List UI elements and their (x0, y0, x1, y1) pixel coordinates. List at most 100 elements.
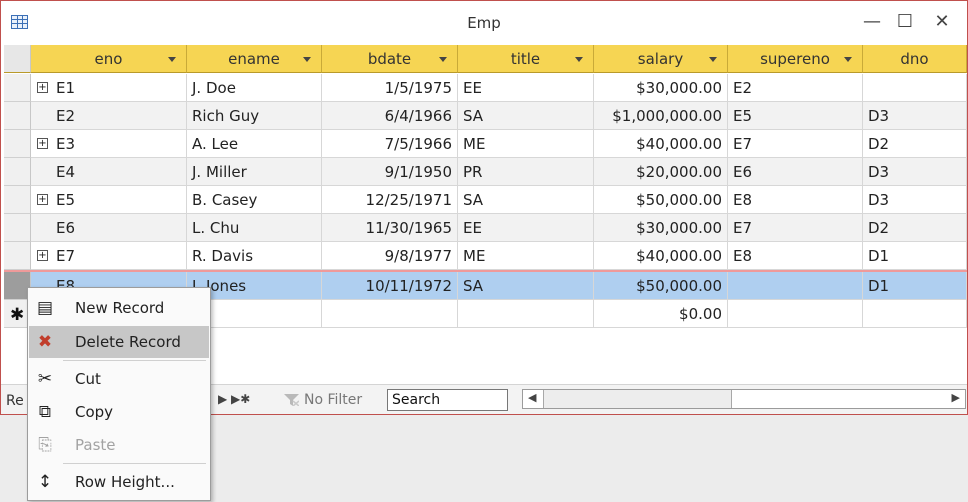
cell-title[interactable]: SA (458, 186, 594, 214)
cell-bdate[interactable]: 12/25/1971 (322, 186, 458, 214)
header-supereno[interactable]: supereno (728, 45, 863, 73)
new-record-menu-item[interactable]: ▤ New Record (29, 292, 209, 324)
scroll-left-icon[interactable]: ◀ (528, 391, 536, 404)
cell-supereno[interactable]: E7 (728, 214, 863, 242)
select-all-corner[interactable] (4, 45, 31, 73)
cell-salary[interactable]: $40,000.00 (594, 130, 728, 158)
row-selector[interactable] (4, 102, 31, 130)
header-title[interactable]: title (458, 45, 594, 73)
dropdown-arrow-icon[interactable] (709, 57, 717, 62)
cell-title[interactable]: PR (458, 158, 594, 186)
cell-ename[interactable]: A. Lee (187, 130, 322, 158)
cell-ename[interactable]: Rich Guy (187, 102, 322, 130)
cell-dno[interactable] (863, 74, 967, 102)
cell-dno[interactable]: D1 (863, 272, 967, 300)
cell-dno[interactable]: D3 (863, 186, 967, 214)
cell-supereno[interactable] (728, 272, 863, 300)
table-row[interactable]: + E3 A. Lee 7/5/1966 ME $40,000.00 E7 D2 (4, 130, 967, 158)
cell-salary[interactable]: $30,000.00 (594, 214, 728, 242)
header-salary[interactable]: salary (594, 45, 728, 73)
horizontal-scrollbar[interactable]: ◀ ▶ (522, 389, 966, 409)
cell-salary[interactable]: $20,000.00 (594, 158, 728, 186)
header-ename[interactable]: ename (187, 45, 322, 73)
cell-title[interactable]: EE (458, 214, 594, 242)
cell-salary[interactable]: $50,000.00 (594, 186, 728, 214)
cell-dno[interactable]: D3 (863, 158, 967, 186)
delete-record-menu-item[interactable]: ✖ Delete Record (29, 326, 209, 358)
row-selector[interactable] (4, 242, 31, 270)
scroll-right-icon[interactable]: ▶ (952, 391, 960, 404)
maximize-button[interactable]: ☐ (893, 11, 917, 33)
cell-supereno[interactable]: E5 (728, 102, 863, 130)
cell-supereno[interactable]: E6 (728, 158, 863, 186)
cell-title[interactable]: SA (458, 272, 594, 300)
cell-eno[interactable]: E3 (31, 130, 187, 158)
cell-eno[interactable]: E1 (31, 74, 187, 102)
copy-menu-item[interactable]: ⧉ Copy (29, 396, 209, 428)
header-bdate[interactable]: bdate (322, 45, 458, 73)
cell-title[interactable]: SA (458, 102, 594, 130)
cell-bdate[interactable]: 6/4/1966 (322, 102, 458, 130)
dropdown-arrow-icon[interactable] (168, 57, 176, 62)
dropdown-arrow-icon[interactable] (439, 57, 447, 62)
table-row[interactable]: + E5 B. Casey 12/25/1971 SA $50,000.00 E… (4, 186, 967, 214)
cell-supereno[interactable]: E2 (728, 74, 863, 102)
cell-eno[interactable]: E7 (31, 242, 187, 270)
row-selector[interactable] (4, 130, 31, 158)
row-selector[interactable] (4, 214, 31, 242)
cell-bdate[interactable]: 7/5/1966 (322, 130, 458, 158)
cell-title[interactable]: EE (458, 74, 594, 102)
cut-menu-item[interactable]: ✂ Cut (29, 363, 209, 395)
cell-eno[interactable]: E6 (31, 214, 187, 242)
dropdown-arrow-icon[interactable] (303, 57, 311, 62)
cell-bdate[interactable]: 10/11/1972 (322, 272, 458, 300)
cell-ename[interactable]: J. Miller (187, 158, 322, 186)
cell-ename[interactable]: L. Chu (187, 214, 322, 242)
cell-dno[interactable]: D1 (863, 242, 967, 270)
cell-ename[interactable]: B. Casey (187, 186, 322, 214)
row-selector[interactable] (4, 186, 31, 214)
cell-eno[interactable]: E2 (31, 102, 187, 130)
cell-title[interactable] (458, 300, 594, 328)
cell-bdate[interactable]: 11/30/1965 (322, 214, 458, 242)
table-row[interactable]: + E7 R. Davis 9/8/1977 ME $40,000.00 E8 … (4, 242, 967, 270)
cell-salary[interactable]: $1,000,000.00 (594, 102, 728, 130)
cell-title[interactable]: ME (458, 242, 594, 270)
next-record-new-record-icons[interactable]: ▶ ▶✱ (218, 392, 250, 406)
title-bar[interactable]: Emp — ☐ ✕ (1, 1, 967, 45)
cell-ename[interactable]: J. Doe (187, 74, 322, 102)
minimize-button[interactable]: — (860, 11, 884, 33)
dropdown-arrow-icon[interactable] (844, 57, 852, 62)
cell-salary[interactable]: $0.00 (594, 300, 728, 328)
search-input[interactable]: Search (387, 389, 508, 411)
cell-supereno[interactable]: E7 (728, 130, 863, 158)
header-eno[interactable]: eno (31, 45, 187, 73)
cell-bdate[interactable]: 9/8/1977 (322, 242, 458, 270)
table-row[interactable]: + E6 L. Chu 11/30/1965 EE $30,000.00 E7 … (4, 214, 967, 242)
cell-salary[interactable]: $50,000.00 (594, 272, 728, 300)
header-dno[interactable]: dno (863, 45, 967, 73)
cell-dno[interactable]: D3 (863, 102, 967, 130)
table-row[interactable]: + E4 J. Miller 9/1/1950 PR $20,000.00 E6… (4, 158, 967, 186)
close-button[interactable]: ✕ (930, 11, 954, 33)
cell-salary[interactable]: $40,000.00 (594, 242, 728, 270)
table-row[interactable]: + E2 Rich Guy 6/4/1966 SA $1,000,000.00 … (4, 102, 967, 130)
table-row[interactable]: + E1 J. Doe 1/5/1975 EE $30,000.00 E2 (4, 74, 967, 102)
cell-ename[interactable]: R. Davis (187, 242, 322, 270)
cell-supereno[interactable] (728, 300, 863, 328)
cell-dno[interactable]: D2 (863, 130, 967, 158)
cell-eno[interactable]: E5 (31, 186, 187, 214)
row-selector[interactable] (4, 158, 31, 186)
dropdown-arrow-icon[interactable] (575, 57, 583, 62)
cell-eno[interactable]: E4 (31, 158, 187, 186)
cell-bdate[interactable]: 1/5/1975 (322, 74, 458, 102)
cell-dno[interactable]: D2 (863, 214, 967, 242)
cell-bdate[interactable] (322, 300, 458, 328)
cell-bdate[interactable]: 9/1/1950 (322, 158, 458, 186)
row-selector[interactable] (4, 74, 31, 102)
cell-supereno[interactable]: E8 (728, 242, 863, 270)
cell-salary[interactable]: $30,000.00 (594, 74, 728, 102)
cell-title[interactable]: ME (458, 130, 594, 158)
cell-supereno[interactable]: E8 (728, 186, 863, 214)
row-height-menu-item[interactable]: ↕ Row Height... (29, 466, 209, 498)
